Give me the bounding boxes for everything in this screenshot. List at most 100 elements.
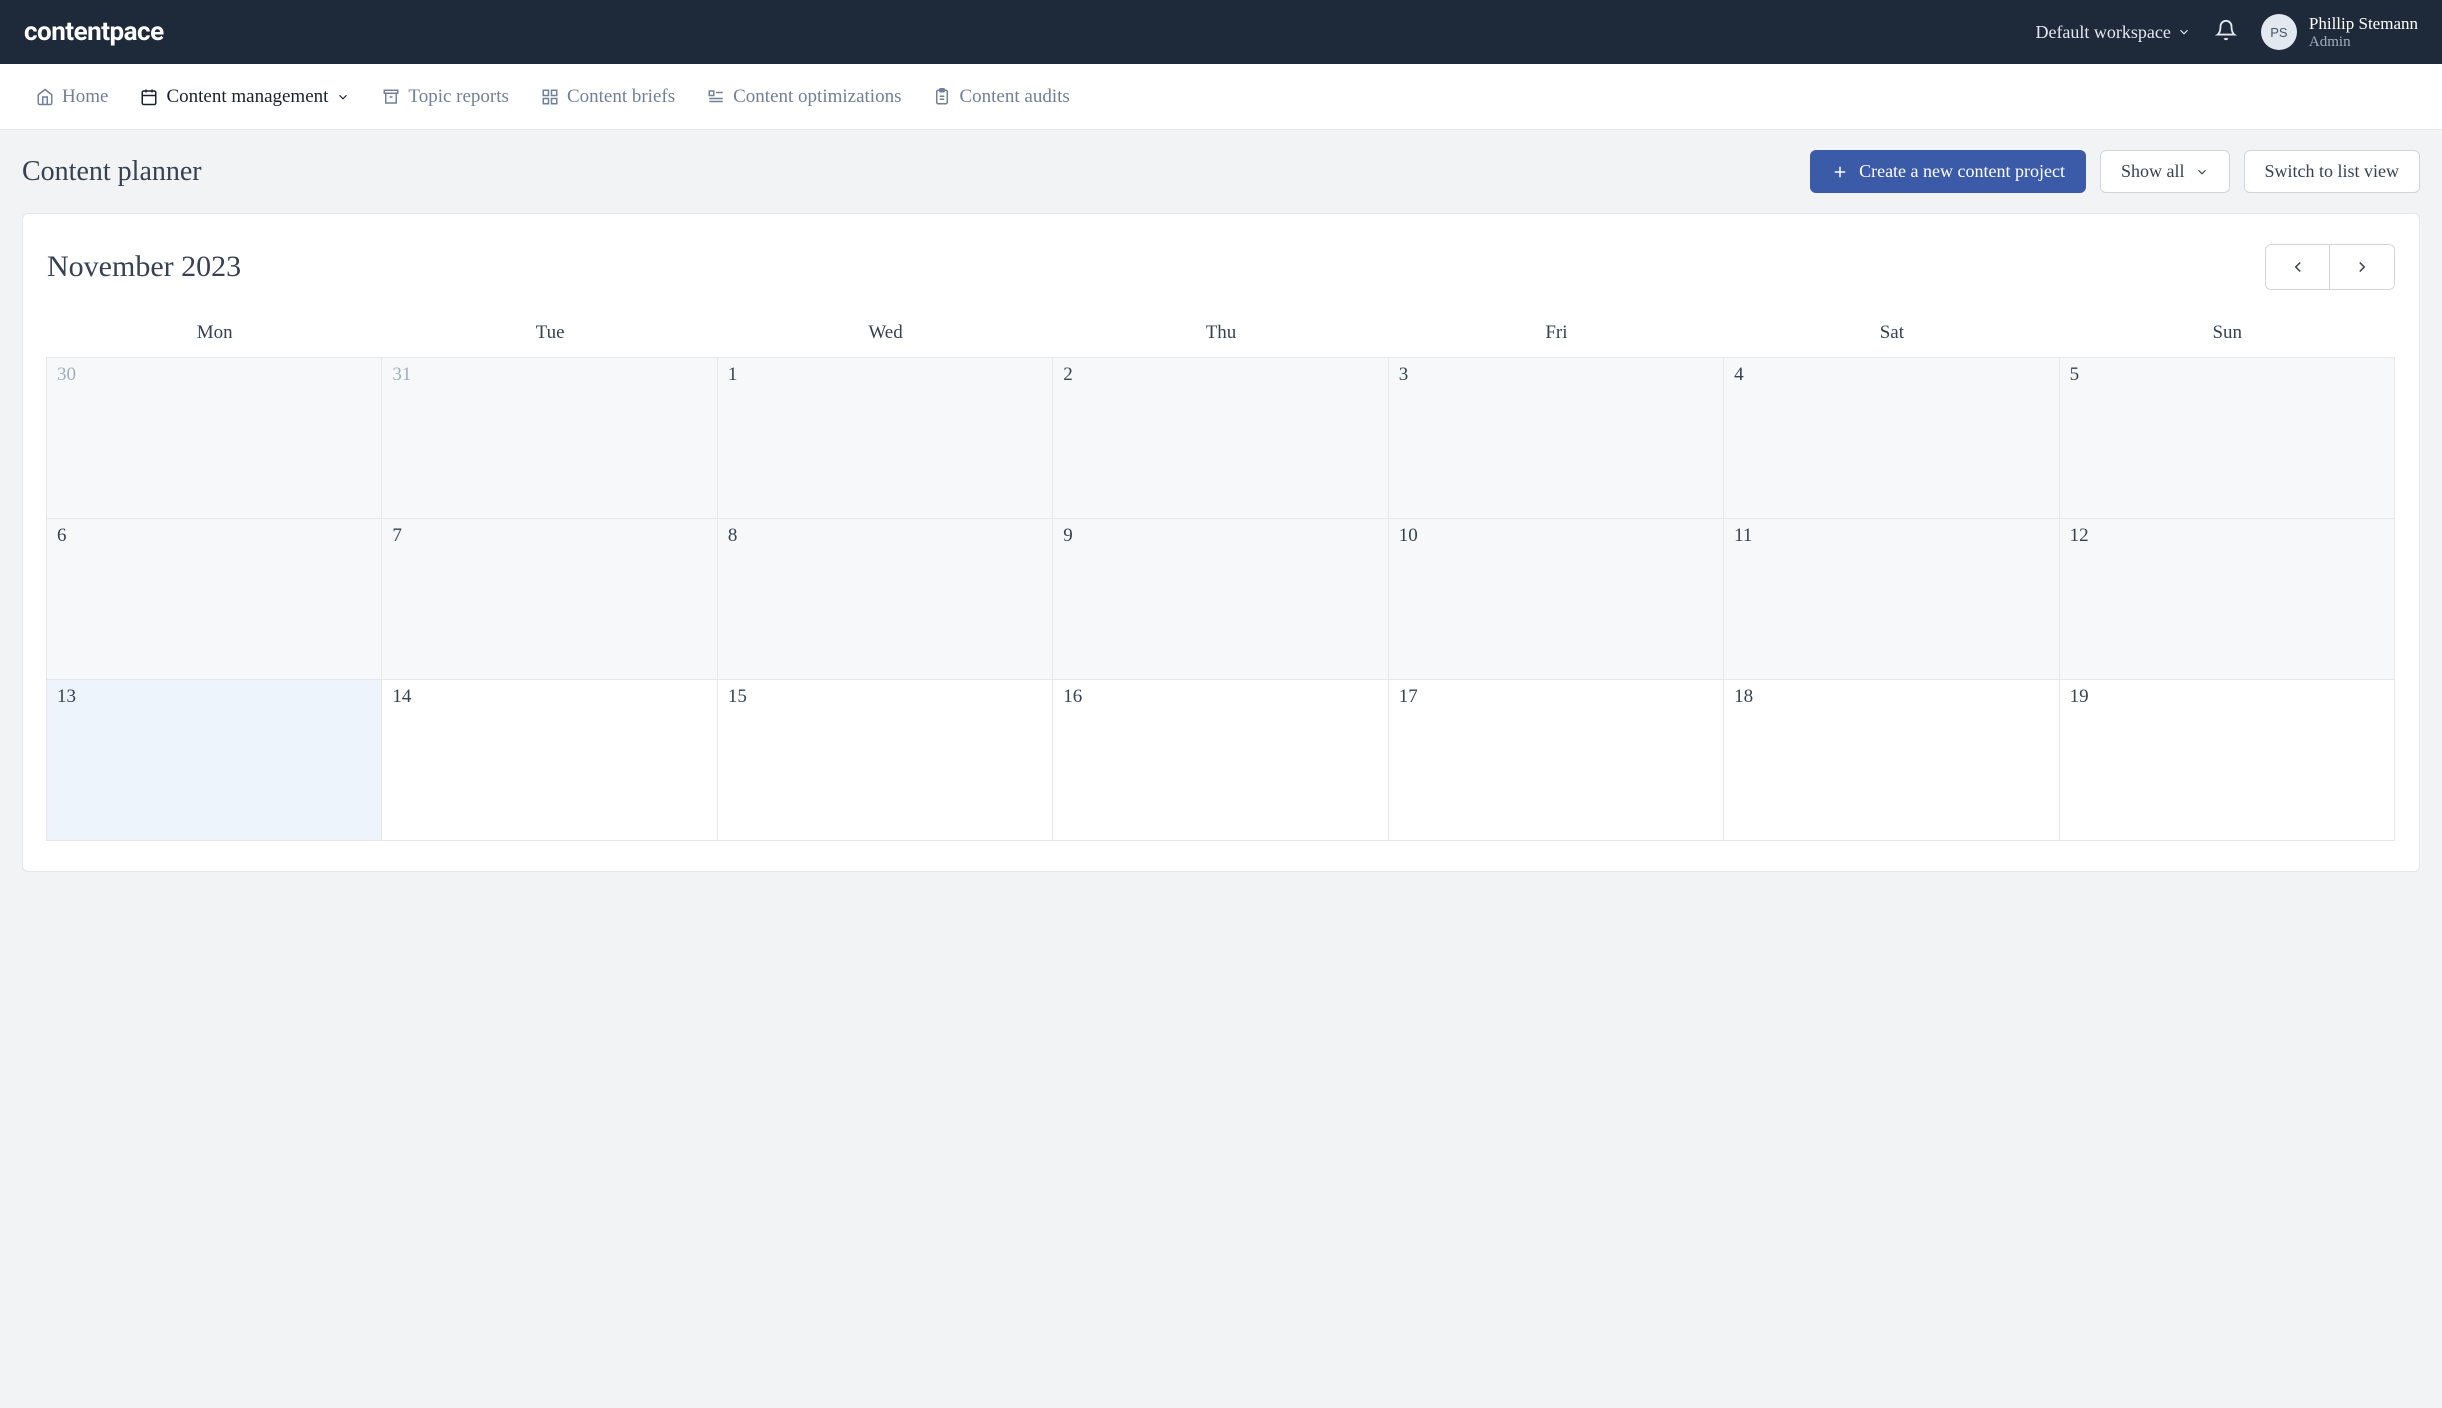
nav-content-optimizations[interactable]: Content optimizations: [707, 86, 901, 108]
avatar: PS: [2261, 14, 2297, 50]
nav-label: Home: [62, 86, 108, 108]
day-number: 8: [728, 525, 1042, 547]
plus-icon: [1831, 163, 1849, 181]
day-number: 4: [1734, 364, 2048, 386]
day-cell[interactable]: 2: [1052, 357, 1388, 519]
day-header: Sun: [2060, 312, 2395, 358]
bell-icon: [2215, 19, 2237, 41]
button-label: Switch to list view: [2265, 161, 2400, 182]
month-title: November 2023: [47, 250, 241, 284]
day-number: 14: [392, 686, 706, 708]
day-number: 18: [1734, 686, 2048, 708]
chevron-down-icon: [2177, 25, 2191, 39]
day-cell[interactable]: 7: [381, 518, 717, 680]
day-cell[interactable]: 9: [1052, 518, 1388, 680]
nav-label: Content audits: [959, 86, 1069, 108]
day-header: Mon: [47, 312, 382, 358]
day-header: Wed: [718, 312, 1053, 358]
workspace-label: Default workspace: [2035, 22, 2170, 43]
page-header: Content planner Create a new content pro…: [0, 130, 2442, 213]
day-cell[interactable]: 13: [46, 679, 382, 841]
day-cell[interactable]: 19: [2059, 679, 2395, 841]
day-number: 1: [728, 364, 1042, 386]
day-cell[interactable]: 10: [1388, 518, 1724, 680]
switch-view-button[interactable]: Switch to list view: [2244, 150, 2421, 193]
day-header: Fri: [1389, 312, 1724, 358]
month-nav: [2265, 244, 2395, 290]
sliders-icon: [707, 88, 725, 106]
day-cell[interactable]: 16: [1052, 679, 1388, 841]
button-label: Create a new content project: [1859, 161, 2065, 182]
nav-content-audits[interactable]: Content audits: [933, 86, 1069, 108]
user-name: Phillip Stemann: [2309, 14, 2418, 34]
day-cell[interactable]: 15: [717, 679, 1053, 841]
chevron-left-icon: [2289, 258, 2307, 276]
archive-icon: [382, 88, 400, 106]
day-number: 31: [392, 364, 706, 386]
workspace-selector[interactable]: Default workspace: [2035, 22, 2190, 43]
day-cell[interactable]: 12: [2059, 518, 2395, 680]
calendar-panel: November 2023 MonTueWedThuFriSatSun30311…: [22, 213, 2420, 872]
nav-home[interactable]: Home: [36, 86, 108, 108]
chevron-down-icon: [2195, 165, 2209, 179]
day-number: 6: [57, 525, 371, 547]
layout-icon: [541, 88, 559, 106]
button-label: Show all: [2121, 161, 2185, 182]
nav-label: Topic reports: [408, 86, 509, 108]
day-number: 7: [392, 525, 706, 547]
day-number: 3: [1399, 364, 1713, 386]
show-all-button[interactable]: Show all: [2100, 150, 2230, 193]
day-cell[interactable]: 8: [717, 518, 1053, 680]
notifications-button[interactable]: [2215, 19, 2237, 46]
calendar-header: November 2023: [47, 244, 2395, 290]
day-number: 16: [1063, 686, 1377, 708]
day-number: 17: [1399, 686, 1713, 708]
day-cell[interactable]: 30: [46, 357, 382, 519]
brand-logo[interactable]: contentpace: [24, 17, 164, 47]
day-cell[interactable]: 11: [1723, 518, 2059, 680]
main-nav: Home Content management Topic reports Co…: [0, 64, 2442, 130]
calendar-grid: MonTueWedThuFriSatSun3031123456789101112…: [47, 312, 2395, 841]
user-info: Phillip Stemann Admin: [2309, 14, 2418, 51]
day-number: 11: [1734, 525, 2048, 547]
day-number: 30: [57, 364, 371, 386]
day-cell[interactable]: 17: [1388, 679, 1724, 841]
day-header: Tue: [382, 312, 717, 358]
day-number: 12: [2070, 525, 2384, 547]
calendar-icon: [140, 88, 158, 106]
day-cell[interactable]: 4: [1723, 357, 2059, 519]
nav-label: Content optimizations: [733, 86, 901, 108]
user-menu[interactable]: PS Phillip Stemann Admin: [2261, 14, 2418, 51]
day-cell[interactable]: 5: [2059, 357, 2395, 519]
day-number: 10: [1399, 525, 1713, 547]
day-number: 2: [1063, 364, 1377, 386]
page-title: Content planner: [22, 156, 202, 188]
nav-content-briefs[interactable]: Content briefs: [541, 86, 675, 108]
chevron-down-icon: [336, 90, 350, 104]
nav-label: Content management: [166, 86, 328, 108]
day-number: 13: [57, 686, 371, 708]
day-cell[interactable]: 14: [381, 679, 717, 841]
home-icon: [36, 88, 54, 106]
day-cell[interactable]: 31: [381, 357, 717, 519]
day-cell[interactable]: 1: [717, 357, 1053, 519]
day-number: 9: [1063, 525, 1377, 547]
day-number: 15: [728, 686, 1042, 708]
day-cell[interactable]: 6: [46, 518, 382, 680]
header-actions: Create a new content project Show all Sw…: [1810, 150, 2420, 193]
nav-topic-reports[interactable]: Topic reports: [382, 86, 509, 108]
day-header: Thu: [1053, 312, 1388, 358]
prev-month-button[interactable]: [2266, 245, 2330, 289]
day-number: 5: [2070, 364, 2384, 386]
day-header: Sat: [1724, 312, 2059, 358]
next-month-button[interactable]: [2330, 245, 2394, 289]
chevron-right-icon: [2353, 258, 2371, 276]
create-project-button[interactable]: Create a new content project: [1810, 150, 2086, 193]
day-cell[interactable]: 18: [1723, 679, 2059, 841]
nav-label: Content briefs: [567, 86, 675, 108]
topbar: contentpace Default workspace PS Phillip…: [0, 0, 2442, 64]
day-cell[interactable]: 3: [1388, 357, 1724, 519]
topbar-right: Default workspace PS Phillip Stemann Adm…: [2035, 14, 2418, 51]
nav-content-management[interactable]: Content management: [140, 86, 350, 108]
user-role: Admin: [2309, 34, 2418, 51]
